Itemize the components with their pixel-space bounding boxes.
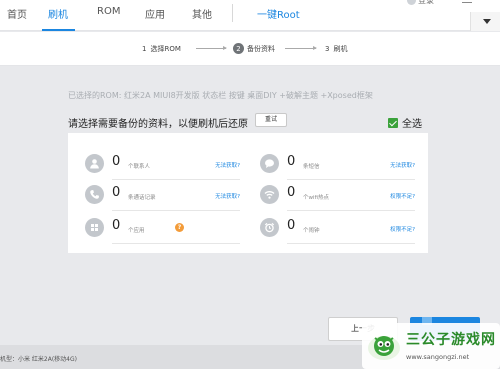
cannot-fetch-link[interactable]: 无法获取?	[215, 192, 240, 200]
cannot-fetch-link[interactable]: 无法获取?	[215, 161, 240, 169]
alarm-icon	[260, 218, 279, 237]
divider	[287, 210, 415, 211]
step-arrow	[196, 46, 227, 50]
item-label: 个应用	[128, 228, 145, 234]
site-watermark: 三公子游戏网 www.sangongzi.net	[362, 323, 500, 369]
item-count: 0	[287, 154, 296, 169]
item-count: 0	[112, 154, 121, 169]
login-label: 登录	[418, 0, 434, 5]
backup-card: 0 个联系人 无法获取? 0 条短信 无法获取? 0 条通话记录 无法获取? 0…	[68, 133, 428, 253]
user-icon	[407, 0, 416, 5]
cannot-fetch-link[interactable]: 无法获取?	[390, 161, 415, 169]
backup-item-contacts[interactable]: 0 个联系人 无法获取?	[85, 152, 240, 182]
nav-divider	[232, 4, 233, 22]
warning-icon[interactable]: ?	[175, 223, 184, 232]
item-count: 0	[287, 218, 296, 233]
backup-item-alarms[interactable]: 0 个闹钟 权限不足?	[260, 216, 415, 246]
selected-rom-text: 已选择的ROM: 红米2A MIUI8开发版 状态栏 按键 桌面DIY +破解主…	[68, 91, 373, 100]
select-all-label: 全选	[402, 119, 422, 130]
nav-item-other[interactable]: 其他	[192, 6, 212, 21]
permission-link[interactable]: 权限不足?	[390, 192, 415, 200]
item-label: 个wifi热点	[303, 195, 329, 201]
backup-item-call-log[interactable]: 0 条通话记录 无法获取?	[85, 183, 240, 213]
divider	[287, 243, 415, 244]
watermark-title: 三公子游戏网	[406, 332, 496, 348]
nav-item-apps[interactable]: 应用	[145, 6, 165, 21]
item-label: 条通话记录	[128, 195, 156, 201]
step-arrow	[285, 46, 317, 50]
watermark-logo-icon	[368, 336, 400, 360]
retry-button[interactable]: 重试	[255, 113, 287, 127]
step-2: 2 备份资料	[233, 43, 275, 54]
phone-icon	[85, 185, 104, 204]
permission-link[interactable]: 权限不足?	[390, 225, 415, 233]
backup-instruction: 请选择需要备份的资料，以便刷机后还原	[68, 119, 248, 130]
divider	[287, 179, 415, 180]
contact-icon	[85, 154, 104, 173]
top-nav: 首页 刷机 ROM 应用 其他 一键Root 登录	[0, 0, 500, 31]
flash-steps: 1 选择ROM 2 备份资料 3 刷机	[0, 32, 500, 66]
nav-item-rom[interactable]: ROM	[97, 6, 120, 17]
step-3: 3 刷机	[325, 44, 347, 54]
wifi-icon	[260, 185, 279, 204]
divider	[112, 179, 240, 180]
item-count: 0	[112, 218, 121, 233]
dropdown-toggle[interactable]	[470, 12, 500, 31]
apps-icon	[85, 218, 104, 237]
checkbox-checked-icon	[388, 117, 398, 128]
item-label: 个闹钟	[303, 228, 320, 234]
backup-item-messages[interactable]: 0 条短信 无法获取?	[260, 152, 415, 182]
item-count: 0	[112, 185, 121, 200]
item-count: 0	[287, 185, 296, 200]
login-button[interactable]: 登录	[407, 0, 434, 6]
divider	[112, 210, 240, 211]
chevron-down-icon	[483, 19, 491, 24]
backup-item-wifi[interactable]: 0 个wifi热点 权限不足?	[260, 183, 415, 213]
select-all-checkbox[interactable]: 全选	[388, 115, 422, 130]
watermark-url: www.sangongzi.net	[406, 353, 470, 361]
nav-item-one-click-root[interactable]: 一键Root	[257, 6, 300, 21]
step-number-current: 2	[233, 43, 244, 54]
item-label: 个联系人	[128, 164, 151, 170]
step-number: 3	[325, 45, 330, 53]
nav-item-home[interactable]: 首页	[7, 6, 27, 21]
step-label: 刷机	[333, 45, 348, 53]
step-label: 备份资料	[247, 44, 275, 53]
step-1: 1 选择ROM	[142, 44, 181, 54]
device-model: 机型：小米 红米2A(移动4G)	[0, 356, 77, 363]
step-number: 1	[142, 45, 147, 53]
step-label: 选择ROM	[150, 45, 181, 53]
nav-active-indicator	[42, 29, 75, 31]
menu-icon[interactable]	[462, 0, 472, 5]
message-icon	[260, 154, 279, 173]
item-label: 条短信	[303, 164, 320, 170]
backup-item-apps[interactable]: 0 个应用 ?	[85, 216, 240, 246]
divider	[112, 243, 240, 244]
nav-item-flash[interactable]: 刷机	[48, 6, 68, 21]
